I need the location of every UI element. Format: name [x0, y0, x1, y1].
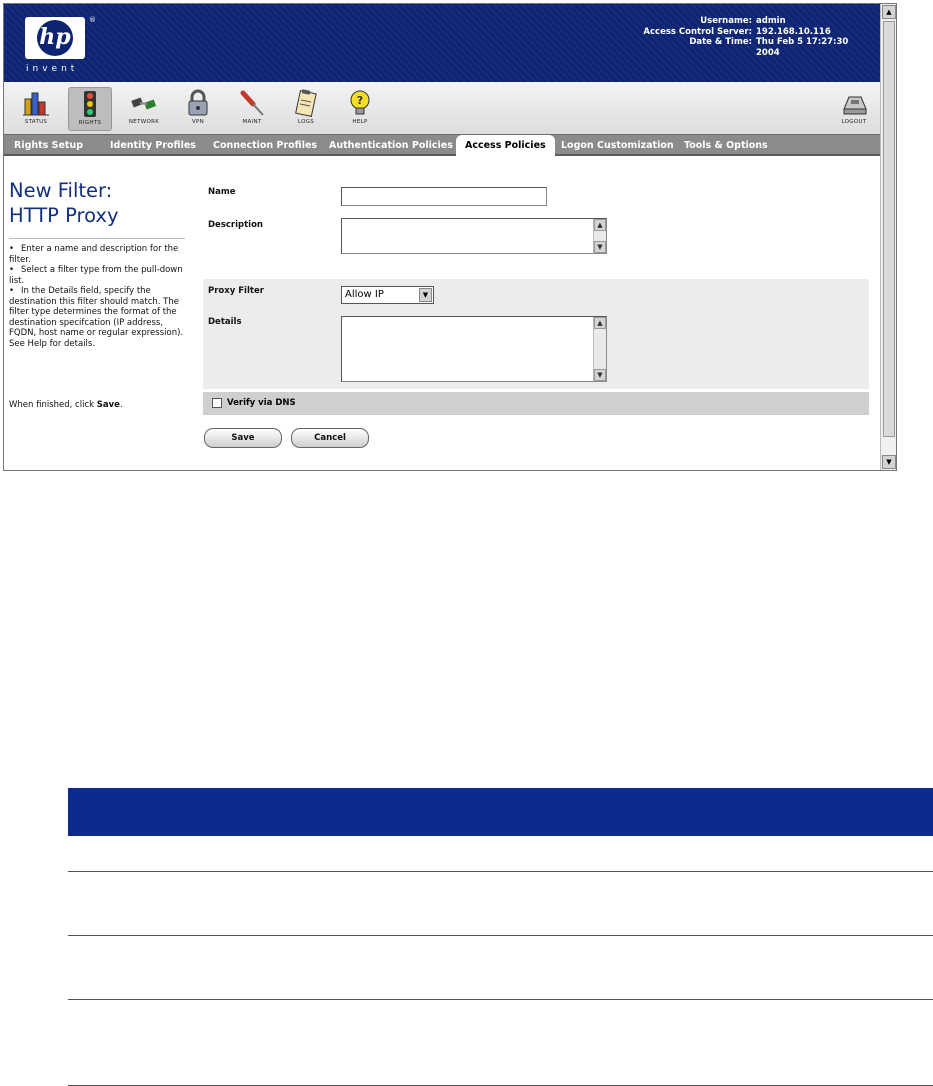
proxy-filter-select[interactable]: Allow IP ▼ [341, 286, 434, 304]
help-bullet-3-text: In the Details field, specify the destin… [9, 286, 184, 349]
scroll-up-icon[interactable]: ▲ [882, 5, 896, 19]
name-label: Name [208, 187, 236, 197]
datetime-value: Thu Feb 5 17:27:30 2004 [756, 37, 849, 58]
table-row [68, 1000, 933, 1086]
scroll-up-icon[interactable]: ▲ [594, 317, 606, 329]
logout-button[interactable]: LOGOUT [832, 87, 876, 131]
server-label: Access Control Server: [643, 26, 752, 37]
toolbar-status-button[interactable]: STATUS [14, 87, 58, 131]
toolbar-vpn-button[interactable]: VPN [176, 87, 220, 131]
chevron-down-icon[interactable]: ▼ [419, 288, 432, 302]
main-toolbar: STATUS RIGHTS NETWORK VPN MAINT LOGS ? H… [4, 82, 880, 134]
username-row: Username: admin [643, 16, 872, 27]
datetime-row: Date & Time: Thu Feb 5 17:27:30 2004 [643, 37, 872, 58]
tab-logon-customization[interactable]: Logon Customization [561, 137, 674, 156]
help-instructions: • Enter a name and description for the fi… [9, 244, 187, 349]
finish-instruction: When finished, click Save. [9, 400, 123, 410]
toolbar-rights-button[interactable]: RIGHTS [68, 87, 112, 131]
table-row [68, 836, 933, 872]
table-row [68, 936, 933, 1000]
tab-rights-setup[interactable]: Rights Setup [14, 137, 83, 156]
clipboard-icon [295, 89, 317, 117]
title-divider [9, 238, 185, 239]
username-label: Username: [700, 16, 752, 26]
proxy-filter-label: Proxy Filter [208, 286, 264, 296]
logout-device-icon [843, 96, 867, 115]
server-value: 192.168.10.116 [756, 26, 831, 37]
help-bullet-1: • Enter a name and description for the fi… [9, 244, 179, 265]
server-row: Access Control Server: 192.168.10.116 [643, 27, 872, 38]
toolbar-network-button[interactable]: NETWORK [122, 87, 166, 131]
browser-window: hp ® invent Username: admin Access Contr… [3, 3, 897, 471]
finish-save-word: Save [96, 400, 120, 410]
description-scrollbar[interactable]: ▲ ▼ [593, 219, 606, 253]
help-bullet-2-text: Select a filter type from the pull-down … [9, 265, 183, 286]
help-bullet-1-text: Enter a name and description for the fil… [9, 244, 179, 265]
username-value: admin [756, 16, 786, 26]
toolbar-help-button[interactable]: ? HELP [338, 87, 382, 131]
cancel-button[interactable]: Cancel [291, 428, 369, 448]
hp-logo: hp [25, 17, 85, 59]
toolbar-help-label: HELP [352, 119, 368, 125]
finish-prefix: When finished, click [9, 400, 97, 410]
scroll-down-icon[interactable]: ▼ [594, 241, 606, 253]
details-label: Details [208, 317, 242, 327]
page-content: hp ® invent Username: admin Access Contr… [4, 4, 880, 470]
tab-identity-profiles[interactable]: Identity Profiles [110, 137, 196, 156]
scroll-up-icon[interactable]: ▲ [594, 219, 606, 231]
toolbar-logs-button[interactable]: LOGS [284, 87, 328, 131]
help-bullet-3: • In the Details field, specify the desti… [9, 286, 184, 349]
svg-text:?: ? [357, 94, 363, 107]
scroll-thumb[interactable] [883, 21, 895, 437]
name-input[interactable] [341, 187, 547, 206]
tab-connection-profiles[interactable]: Connection Profiles [213, 137, 317, 156]
table-row [68, 872, 933, 936]
details-scrollbar[interactable]: ▲ ▼ [593, 317, 606, 381]
save-button[interactable]: Save [204, 428, 282, 448]
header-banner: hp ® invent Username: admin Access Contr… [4, 4, 880, 82]
verify-dns-checkbox[interactable] [212, 398, 222, 408]
tab-tools-options[interactable]: Tools & Options [684, 137, 768, 156]
help-bullet-2: • Select a filter type from the pull-down… [9, 265, 183, 286]
document-table [68, 788, 933, 1086]
bar-chart-icon [23, 92, 49, 116]
invent-tagline: invent [26, 64, 79, 74]
network-icon [131, 97, 157, 110]
hp-logo-text: hp [37, 20, 73, 56]
scroll-down-icon[interactable]: ▼ [594, 369, 606, 381]
screwdriver-icon [240, 90, 264, 116]
toolbar-maint-label: MAINT [242, 119, 262, 125]
verify-dns-label: Verify via DNS [227, 398, 296, 408]
toolbar-maint-button[interactable]: MAINT [230, 87, 274, 131]
details-textarea[interactable] [341, 316, 607, 382]
traffic-light-icon [84, 91, 96, 117]
toolbar-rights-label: RIGHTS [78, 120, 102, 126]
registered-mark: ® [89, 16, 96, 24]
tab-access-policies[interactable]: Access Policies [456, 135, 555, 157]
padlock-icon [188, 89, 208, 116]
sidebar: New Filter: HTTP Proxy • Enter a name and… [4, 156, 189, 470]
page-title: New Filter: HTTP Proxy [9, 179, 119, 227]
toolbar-vpn-label: VPN [191, 119, 205, 125]
datetime-label: Date & Time: [689, 37, 752, 47]
tab-bar: Rights Setup Identity Profiles Connectio… [4, 134, 880, 157]
session-info: Username: admin Access Control Server: 1… [643, 16, 872, 58]
verify-dns-section: Verify via DNS [203, 392, 869, 415]
table-header [68, 788, 933, 836]
proxy-filter-value: Allow IP [345, 289, 384, 300]
lightbulb-help-icon: ? [350, 90, 370, 115]
toolbar-network-label: NETWORK [128, 119, 160, 125]
finish-suffix: . [119, 400, 123, 410]
tab-authentication-policies[interactable]: Authentication Policies [329, 137, 453, 156]
toolbar-logs-label: LOGS [297, 119, 315, 125]
description-label: Description [208, 220, 263, 230]
scroll-down-icon[interactable]: ▼ [882, 455, 896, 469]
toolbar-status-label: STATUS [24, 119, 48, 125]
window-scrollbar[interactable]: ▲ ▼ [880, 4, 896, 470]
logout-label: LOGOUT [841, 119, 867, 125]
description-textarea[interactable] [341, 218, 607, 254]
